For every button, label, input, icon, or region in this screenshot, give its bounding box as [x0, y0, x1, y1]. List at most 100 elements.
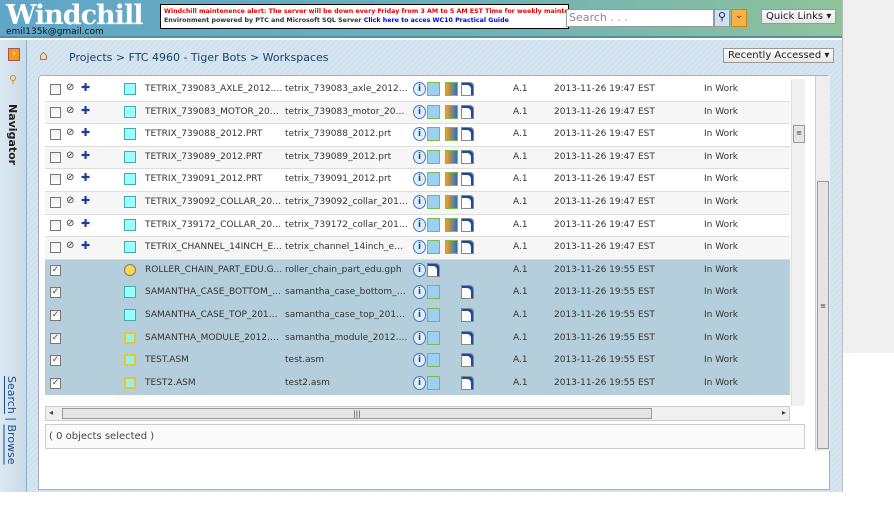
- document-icon[interactable]: [461, 172, 474, 187]
- row-checkbox[interactable]: ✓: [50, 264, 61, 276]
- scrollbar-thumb[interactable]: ≡: [793, 125, 805, 143]
- view-icon[interactable]: [427, 104, 440, 119]
- visualization-icon[interactable]: [445, 104, 458, 119]
- add-icon[interactable]: ✚: [81, 104, 90, 117]
- document-icon[interactable]: [461, 104, 474, 119]
- document-icon[interactable]: [427, 262, 440, 277]
- view-icon[interactable]: [427, 285, 440, 300]
- view-icon[interactable]: [427, 375, 440, 390]
- pin-icon[interactable]: ⚲: [9, 73, 17, 86]
- search-link[interactable]: Search: [5, 376, 18, 414]
- row-checkbox[interactable]: [50, 106, 61, 118]
- document-icon[interactable]: [461, 285, 474, 300]
- quick-links-button[interactable]: Quick Links ▾: [761, 9, 837, 24]
- info-icon[interactable]: i: [413, 195, 426, 209]
- search-input[interactable]: Search . . .: [566, 9, 714, 27]
- recently-accessed-button[interactable]: Recently Accessed ▾: [723, 48, 835, 63]
- table-row[interactable]: ⊘ ✚ TETRIX_739172_COLLAR_2012... tetrix_7…: [45, 215, 790, 238]
- row-checkbox[interactable]: [50, 129, 61, 141]
- row-checkbox[interactable]: [50, 219, 61, 231]
- row-checkbox[interactable]: [50, 174, 61, 186]
- row-checkbox[interactable]: [50, 197, 61, 208]
- row-checkbox[interactable]: ✓: [50, 377, 61, 389]
- document-icon[interactable]: [461, 217, 474, 232]
- info-icon[interactable]: i: [413, 330, 426, 345]
- row-checkbox[interactable]: [50, 242, 61, 254]
- document-icon[interactable]: [461, 82, 474, 96]
- view-icon[interactable]: [427, 240, 440, 255]
- row-name[interactable]: ROLLER_CHAIN_PART_EDU.G...: [145, 265, 283, 275]
- visualization-icon[interactable]: [445, 127, 458, 142]
- view-icon[interactable]: [427, 308, 440, 322]
- row-checkbox[interactable]: ✓: [50, 355, 61, 367]
- search-icon[interactable]: ⚲: [714, 9, 730, 27]
- row-name[interactable]: TETRIX_739092_COLLAR_2012...: [145, 197, 283, 207]
- visualization-icon[interactable]: [445, 217, 458, 232]
- row-name[interactable]: TETRIX_739089_2012.PRT: [145, 152, 283, 162]
- row-name[interactable]: SAMANTHA_CASE_BOTTOM_...: [145, 287, 283, 297]
- info-icon[interactable]: i: [413, 353, 426, 368]
- table-row[interactable]: ✓ SAMANTHA_MODULE_2012.A... samantha_mod…: [45, 327, 790, 351]
- table-row[interactable]: ✓ ROLLER_CHAIN_PART_EDU.G... roller_chai…: [45, 259, 790, 283]
- table-horizontal-scrollbar[interactable]: ◂ ||| ▸: [45, 406, 790, 421]
- table-row[interactable]: ✓ SAMANTHA_CASE_BOTTOM_... samantha_case…: [45, 282, 790, 305]
- browse-link[interactable]: Browse: [5, 425, 18, 465]
- view-icon[interactable]: [427, 217, 440, 232]
- table-vertical-scrollbar[interactable]: ≡: [791, 79, 805, 406]
- scrollbar-thumb[interactable]: ≡: [817, 181, 829, 449]
- view-icon[interactable]: [427, 353, 440, 368]
- document-icon[interactable]: [461, 353, 474, 368]
- search-dropdown-chevron-icon[interactable]: ⌄: [731, 9, 747, 27]
- document-icon[interactable]: [461, 330, 474, 345]
- row-name[interactable]: SAMANTHA_MODULE_2012.A...: [145, 333, 283, 343]
- info-icon[interactable]: i: [413, 217, 426, 232]
- add-icon[interactable]: ✚: [81, 149, 90, 162]
- guide-link[interactable]: Click here to acces WC10 Practical Guide: [364, 17, 509, 24]
- visualization-icon[interactable]: [445, 240, 458, 255]
- document-icon[interactable]: [461, 375, 474, 390]
- table-row[interactable]: ⊘ ✚ TETRIX_739088_2012.PRT tetrix_739088_…: [45, 124, 790, 147]
- row-name[interactable]: TETRIX_739091_2012.PRT: [145, 174, 283, 184]
- visualization-icon[interactable]: [445, 195, 458, 209]
- visualization-icon[interactable]: [445, 149, 458, 164]
- table-row[interactable]: ⊘ ✚ TETRIX_739092_COLLAR_2012... tetrix_7…: [45, 192, 790, 215]
- row-name[interactable]: TEST2.ASM: [145, 378, 283, 388]
- row-name[interactable]: TETRIX_739083_AXLE_2012.PRT: [145, 84, 283, 94]
- table-row[interactable]: ⊘ ✚ TETRIX_739083_MOTOR_2012... tetrix_73…: [45, 101, 790, 125]
- table-row[interactable]: ⊘ ✚ TETRIX_739083_AXLE_2012.PRT tetrix_73…: [45, 79, 790, 102]
- row-checkbox[interactable]: ✓: [50, 310, 61, 321]
- row-name[interactable]: TETRIX_739088_2012.PRT: [145, 129, 283, 139]
- table-row[interactable]: ⊘ ✚ TETRIX_739091_2012.PRT tetrix_739091_…: [45, 169, 790, 192]
- view-icon[interactable]: [427, 172, 440, 187]
- add-icon[interactable]: ✚: [81, 194, 90, 207]
- info-icon[interactable]: i: [413, 308, 426, 322]
- page-vertical-scrollbar[interactable]: ≡: [815, 76, 830, 451]
- add-icon[interactable]: ✚: [81, 239, 90, 252]
- info-icon[interactable]: i: [413, 127, 426, 142]
- row-checkbox[interactable]: ✓: [50, 332, 61, 344]
- document-icon[interactable]: [461, 149, 474, 164]
- info-icon[interactable]: i: [413, 262, 426, 277]
- view-icon[interactable]: [427, 149, 440, 164]
- document-icon[interactable]: [461, 127, 474, 142]
- view-icon[interactable]: [427, 127, 440, 142]
- view-icon[interactable]: [427, 195, 440, 209]
- info-icon[interactable]: i: [413, 104, 426, 119]
- home-icon[interactable]: ⌂: [39, 48, 48, 64]
- row-name[interactable]: SAMANTHA_CASE_TOP_2012....: [145, 310, 283, 320]
- scroll-right-icon[interactable]: ▸: [782, 408, 786, 417]
- row-checkbox[interactable]: ✓: [50, 287, 61, 299]
- expand-navigator-icon[interactable]: ›: [8, 48, 20, 61]
- document-icon[interactable]: [461, 240, 474, 255]
- table-row[interactable]: ⊘ ✚ TETRIX_739089_2012.PRT tetrix_739089_…: [45, 146, 790, 170]
- add-icon[interactable]: ✚: [81, 126, 90, 139]
- row-name[interactable]: TEST.ASM: [145, 355, 283, 365]
- info-icon[interactable]: i: [413, 172, 426, 187]
- info-icon[interactable]: i: [413, 82, 426, 96]
- add-icon[interactable]: ✚: [81, 171, 90, 184]
- row-name[interactable]: TETRIX_739083_MOTOR_2012...: [145, 107, 283, 117]
- visualization-icon[interactable]: [445, 82, 458, 96]
- breadcrumb[interactable]: Projects > FTC 4960 - Tiger Bots > Works…: [69, 51, 329, 64]
- view-icon[interactable]: [427, 82, 440, 96]
- visualization-icon[interactable]: [445, 172, 458, 187]
